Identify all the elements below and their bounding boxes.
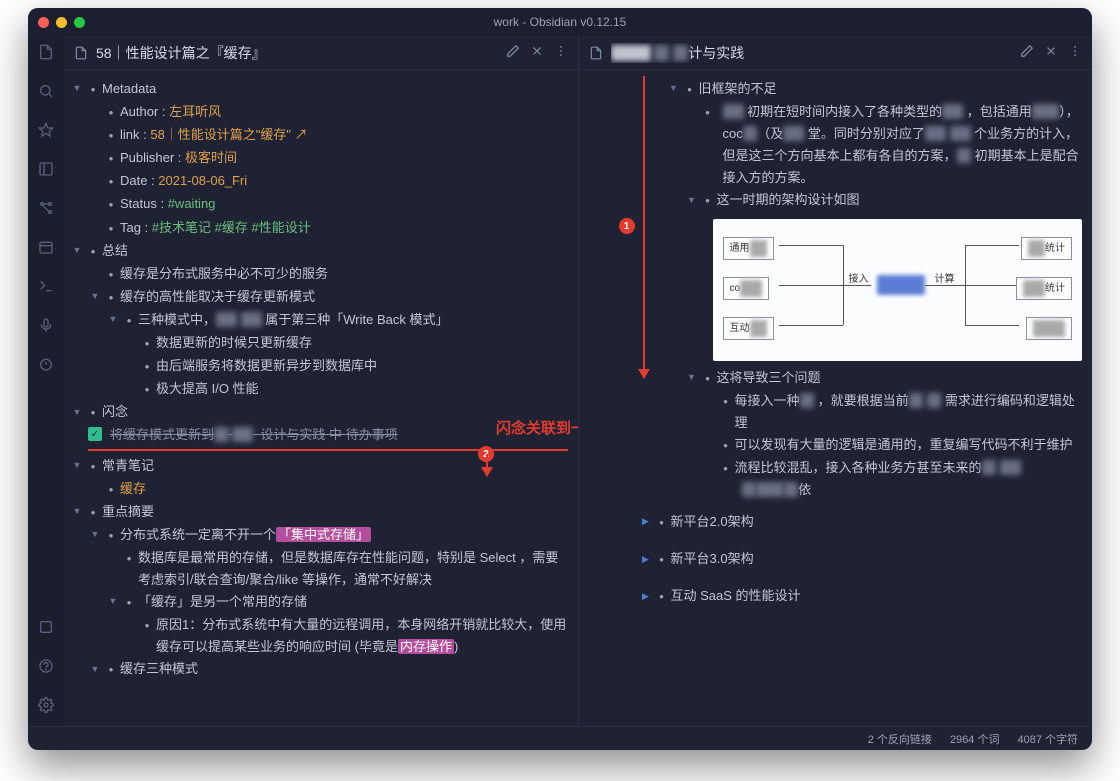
- right-tab-title[interactable]: xxxx x x计与实践: [611, 43, 1013, 63]
- backlinks-count[interactable]: 2 个反向链接: [868, 731, 932, 747]
- section-heading: 新平台3.0架构: [671, 548, 1083, 570]
- right-pane: xxxx x x计与实践 1 ▼•旧框架的不足 •: [578, 36, 1093, 726]
- publisher-value: 极客时间: [185, 150, 237, 165]
- word-count: 2964 个词: [950, 731, 1000, 747]
- app-body: 58｜性能设计篇之『缓存』 ▼•Metadata •Author : 左耳听风 …: [28, 36, 1092, 726]
- traffic-lights: [38, 17, 85, 28]
- fold-toggle[interactable]: ▼: [70, 403, 84, 421]
- metadata-heading: Metadata: [102, 78, 568, 100]
- status-bar: 2 个反向链接 2964 个词 4087 个字符: [28, 726, 1092, 750]
- right-tab-header: xxxx x x计与实践: [579, 36, 1093, 70]
- close-window-button[interactable]: [38, 17, 49, 28]
- summary-heading: 总结: [102, 240, 568, 262]
- author-value: 左耳听风: [169, 104, 221, 119]
- fold-toggle[interactable]: ▼: [70, 503, 84, 521]
- fold-toggle[interactable]: ▼: [667, 80, 681, 98]
- excerpt-heading: 重点摘要: [102, 501, 568, 523]
- maximize-window-button[interactable]: [74, 17, 85, 28]
- status-tag[interactable]: #waiting: [168, 196, 216, 211]
- internal-link[interactable]: 缓存: [120, 478, 568, 500]
- close-tab-icon[interactable]: [1044, 44, 1058, 61]
- annotation-text: 闪念关联到一篇笔记以及任务: [496, 416, 578, 442]
- search-icon[interactable]: [38, 83, 54, 102]
- fold-toggle-collapsed[interactable]: ▶: [639, 550, 653, 568]
- fold-toggle[interactable]: ▼: [70, 80, 84, 98]
- calendar-icon[interactable]: [38, 239, 54, 258]
- vault-icon[interactable]: [38, 619, 54, 638]
- section-heading: 互动 SaaS 的性能设计: [671, 585, 1083, 607]
- evergreen-heading: 常青笔记: [102, 455, 568, 477]
- timer-icon[interactable]: [38, 356, 54, 375]
- file-icon: [74, 46, 88, 60]
- left-pane: 58｜性能设计篇之『缓存』 ▼•Metadata •Author : 左耳听风 …: [64, 36, 578, 726]
- more-icon[interactable]: [1068, 44, 1082, 61]
- tag[interactable]: #性能设计: [252, 220, 311, 235]
- highlight: 内存操作: [398, 639, 454, 654]
- fold-toggle-collapsed[interactable]: ▶: [639, 587, 653, 605]
- annotation-underline: [88, 449, 568, 451]
- window-title: work - Obsidian v0.12.15: [28, 15, 1092, 29]
- star-icon[interactable]: [38, 122, 54, 141]
- paragraph: xx 初期在短时间内接入了各种类型的xx ，包括通用xxx），cocx（及xx …: [717, 101, 1083, 189]
- titlebar: work - Obsidian v0.12.15: [28, 8, 1092, 36]
- help-icon[interactable]: [38, 658, 54, 677]
- left-tab-header: 58｜性能设计篇之『缓存』: [64, 36, 578, 70]
- section-heading: 旧框架的不足: [699, 78, 1083, 100]
- template-icon[interactable]: [38, 161, 54, 180]
- edit-icon[interactable]: [506, 44, 520, 61]
- more-icon[interactable]: [554, 44, 568, 61]
- architecture-diagram: 通用x coxx 互动x 接入: [713, 219, 1083, 361]
- char-count: 4087 个字符: [1017, 731, 1078, 747]
- right-content[interactable]: 1 ▼•旧框架的不足 • xx 初期在短时间内接入了各种类型的xx ，包括通用x…: [579, 70, 1093, 726]
- annotation-badge-1: 1: [619, 218, 635, 234]
- section-heading: 新平台2.0架构: [671, 511, 1083, 533]
- file-icon: [589, 46, 603, 60]
- minimize-window-button[interactable]: [56, 17, 67, 28]
- tag[interactable]: #技术笔记: [152, 220, 211, 235]
- fold-toggle[interactable]: ▼: [70, 457, 84, 475]
- date-value: 2021-08-06_Fri: [158, 173, 247, 188]
- task-checkbox[interactable]: ✓: [88, 427, 102, 441]
- annotation-arrow-2: [486, 454, 488, 476]
- fold-toggle[interactable]: ▼: [70, 242, 84, 260]
- file-explorer-icon[interactable]: [38, 44, 54, 63]
- left-ribbon: [28, 36, 64, 726]
- edit-icon[interactable]: [1020, 44, 1034, 61]
- app-window: work - Obsidian v0.12.15 58｜性能设计篇之『缓存』: [28, 8, 1092, 750]
- left-tab-title[interactable]: 58｜性能设计篇之『缓存』: [96, 43, 498, 63]
- settings-icon[interactable]: [38, 697, 54, 716]
- annotation-arrow-1: [643, 76, 645, 378]
- mic-icon[interactable]: [38, 317, 54, 336]
- left-content[interactable]: ▼•Metadata •Author : 左耳听风 •link : 58｜性能设…: [64, 70, 578, 726]
- external-link[interactable]: 58｜性能设计篇之"缓存": [150, 127, 291, 142]
- close-tab-icon[interactable]: [530, 44, 544, 61]
- highlight: 「集中式存储」: [276, 527, 371, 542]
- workspace: 58｜性能设计篇之『缓存』 ▼•Metadata •Author : 左耳听风 …: [64, 36, 1092, 726]
- fold-toggle-collapsed[interactable]: ▶: [639, 513, 653, 531]
- command-icon[interactable]: [38, 278, 54, 297]
- graph-icon[interactable]: [38, 200, 54, 219]
- tag[interactable]: #缓存: [215, 220, 248, 235]
